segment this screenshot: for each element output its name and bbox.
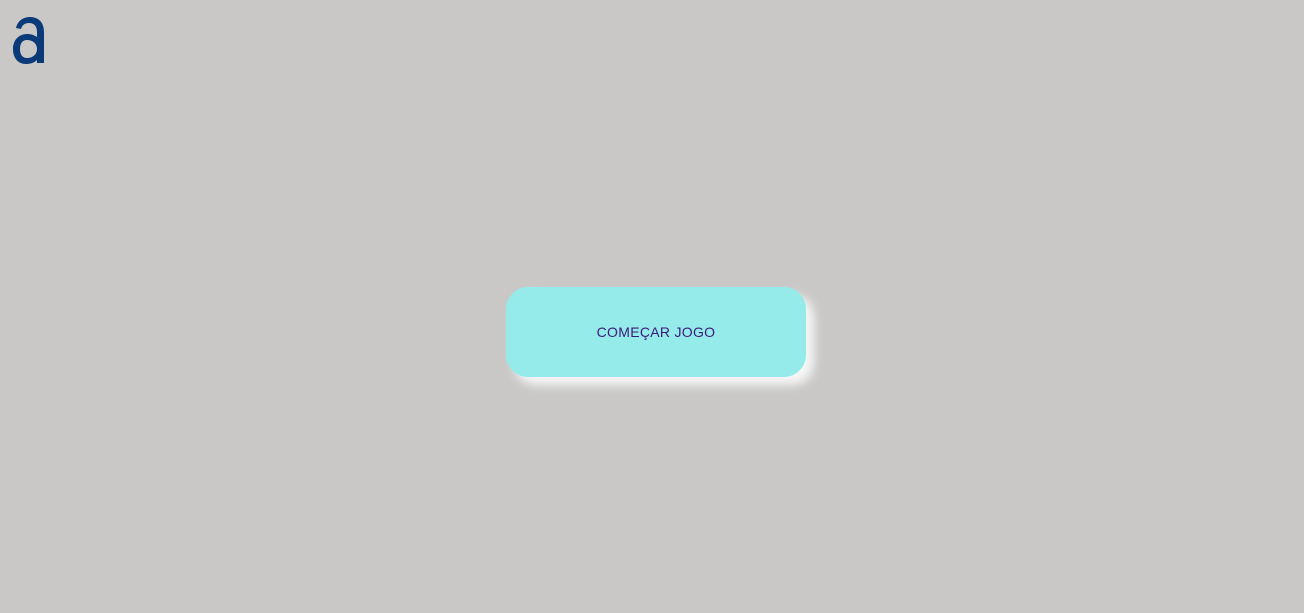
game-start-screen: COMEÇAR JOGO [0,0,1304,613]
brand-logo-icon [12,16,46,64]
start-game-button[interactable]: COMEÇAR JOGO [506,287,806,377]
